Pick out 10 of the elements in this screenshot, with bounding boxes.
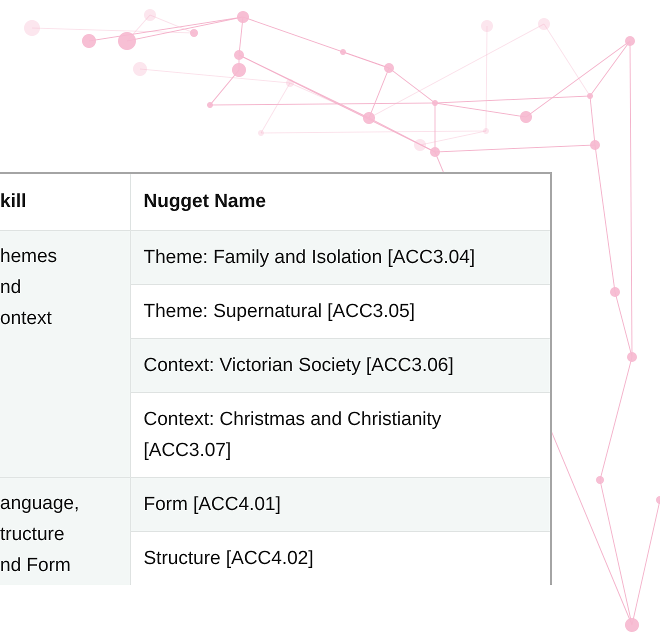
table-cell: Form [ACC4.01] bbox=[130, 477, 551, 531]
table-cell: Theme: Family and Isolation [ACC3.04] bbox=[130, 230, 551, 284]
table-cell: hemes nd ontext bbox=[0, 230, 130, 477]
table-cell: Structure [ACC4.02] bbox=[130, 531, 551, 584]
column-header: kill bbox=[0, 173, 130, 230]
table-cell: Context: Christmas and Christianity [ACC3.07] bbox=[130, 392, 551, 477]
table-cell: anguage, tructure nd Form bbox=[0, 477, 130, 584]
column-header: Nugget Name bbox=[130, 173, 551, 230]
table-cell: Theme: Supernatural [ACC3.05] bbox=[130, 284, 551, 338]
table-cell: Context: Victorian Society [ACC3.06] bbox=[130, 338, 551, 392]
